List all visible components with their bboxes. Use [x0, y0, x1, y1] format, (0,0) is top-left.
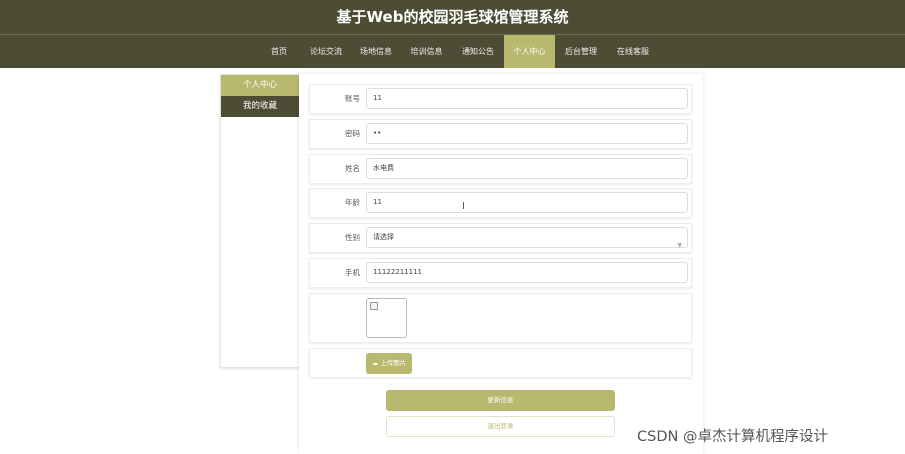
nav-item-admin[interactable]: 后台管理	[555, 35, 607, 68]
nav-item-online-service[interactable]: 在线客服	[607, 35, 659, 68]
nav-item-venues[interactable]: 场地信息	[351, 35, 401, 68]
age-value: 11	[373, 198, 382, 206]
age-input[interactable]: 11 I	[366, 192, 688, 213]
name-input[interactable]: 水电费	[366, 158, 688, 179]
password-input[interactable]: ••	[366, 123, 688, 144]
password-row: 密码 ••	[309, 119, 692, 149]
header-bar: 基于Web的校园羽毛球馆管理系统	[0, 0, 905, 34]
upload-row: ☁ 上传图片	[309, 348, 692, 378]
nav-item-notices[interactable]: 通知公告	[452, 35, 504, 68]
chevron-down-icon: ▼	[677, 242, 682, 249]
avatar-preview	[366, 298, 407, 338]
upload-image-label: 上传图片	[380, 359, 407, 367]
name-row: 姓名 水电费	[309, 154, 692, 184]
avatar-row	[309, 293, 692, 343]
sidebar: 个人中心 我的收藏	[220, 74, 300, 368]
password-label: 密码	[345, 129, 360, 138]
age-label: 年龄	[345, 198, 360, 207]
phone-input[interactable]: 11122211111	[366, 262, 688, 283]
gender-label: 性别	[345, 233, 360, 242]
gender-select-value: 请选择	[373, 233, 394, 241]
sidebar-title: 个人中心	[221, 75, 299, 96]
account-label: 账号	[345, 94, 360, 103]
account-row: 账号 11	[309, 84, 692, 114]
broken-image-icon	[370, 302, 378, 310]
phone-row: 手机 11122211111	[309, 258, 692, 288]
watermark-text: CSDN @卓杰计算机程序设计	[637, 429, 828, 445]
cloud-upload-icon: ☁	[371, 359, 379, 367]
nav-item-home[interactable]: 首页	[257, 35, 301, 68]
phone-label: 手机	[345, 268, 360, 277]
nav-item-forum[interactable]: 论坛交流	[301, 35, 351, 68]
logout-button[interactable]: 退出登录	[386, 416, 615, 437]
gender-row: 性别 请选择 ▼	[309, 223, 692, 253]
name-label: 姓名	[345, 164, 360, 173]
sidebar-item-favorites[interactable]: 我的收藏	[221, 96, 299, 117]
upload-image-button[interactable]: ☁ 上传图片	[366, 353, 412, 374]
nav-item-personal-center[interactable]: 个人中心	[504, 35, 555, 68]
main-nav: 首页 论坛交流 场地信息 培训信息 通知公告 个人中心 后台管理 在线客服	[0, 34, 905, 68]
gender-select[interactable]: 请选择 ▼	[366, 227, 688, 249]
age-row: 年龄 11 I	[309, 188, 692, 218]
update-info-button[interactable]: 更新信息	[386, 390, 615, 411]
profile-form-panel: 账号 11 密码 •• 姓名 水电费 年龄 11 I 性别 请选择 ▼ 手机 1…	[299, 74, 703, 454]
text-cursor-icon: I	[462, 201, 465, 212]
nav-item-training[interactable]: 培训信息	[401, 35, 452, 68]
site-title: 基于Web的校园羽毛球馆管理系统	[336, 8, 569, 26]
account-input[interactable]: 11	[366, 88, 688, 109]
